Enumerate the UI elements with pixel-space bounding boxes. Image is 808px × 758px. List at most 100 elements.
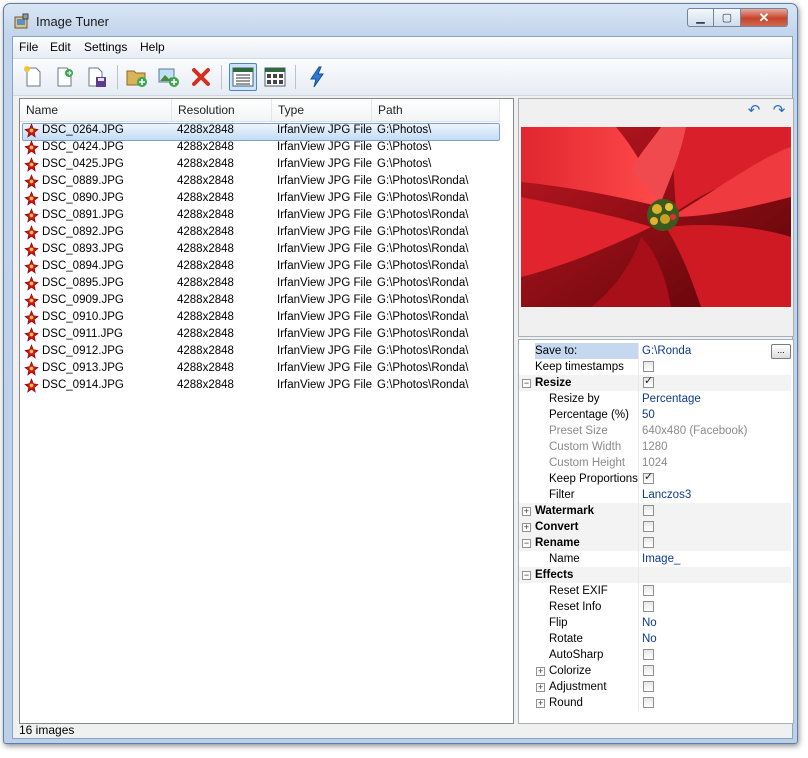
details-view-button[interactable] bbox=[229, 63, 257, 91]
property-row[interactable]: Filter Lanczos3 bbox=[519, 487, 791, 503]
table-row[interactable]: DSC_0912.JPG 4288x2848 IrfanView JPG File G… bbox=[20, 344, 512, 361]
collapse-icon[interactable]: − bbox=[522, 539, 531, 548]
browse-button[interactable]: ... bbox=[771, 344, 791, 359]
property-value[interactable]: 640x480 (Facebook) bbox=[642, 423, 747, 439]
property-row[interactable]: Keep timestamps bbox=[519, 359, 791, 375]
property-row[interactable]: − Resize bbox=[519, 374, 791, 391]
column-header-resolution[interactable]: Resolution bbox=[172, 99, 272, 121]
close-button[interactable]: ✕ bbox=[741, 8, 788, 27]
expand-icon[interactable]: + bbox=[522, 523, 531, 532]
add-folder-button[interactable] bbox=[123, 63, 151, 91]
table-row[interactable]: DSC_0893.JPG 4288x2848 IrfanView JPG File G… bbox=[20, 242, 512, 259]
collapse-icon[interactable]: − bbox=[522, 571, 531, 580]
property-row[interactable]: Save to: G:\Ronda... bbox=[519, 343, 791, 359]
expand-icon[interactable]: + bbox=[536, 699, 545, 708]
redo-icon: ↷ bbox=[772, 102, 786, 119]
property-row[interactable]: + Watermark bbox=[519, 503, 791, 519]
property-checkbox[interactable] bbox=[643, 537, 654, 548]
table-row[interactable]: DSC_0890.JPG 4288x2848 IrfanView JPG File G… bbox=[20, 191, 512, 208]
remove-button[interactable] bbox=[187, 63, 215, 91]
menu-help[interactable]: Help bbox=[140, 40, 165, 54]
menu-file[interactable]: File bbox=[19, 40, 38, 54]
maximize-button[interactable]: ▢ bbox=[714, 8, 741, 27]
property-value[interactable]: No bbox=[642, 615, 657, 631]
table-row[interactable]: DSC_0909.JPG 4288x2848 IrfanView JPG File G… bbox=[20, 293, 512, 310]
property-value[interactable]: Lanczos3 bbox=[642, 487, 691, 503]
table-row[interactable]: DSC_0894.JPG 4288x2848 IrfanView JPG File G… bbox=[20, 259, 512, 276]
file-list[interactable]: Name Resolution Type Path DSC_0264.JPG 42… bbox=[19, 98, 514, 724]
new-button[interactable] bbox=[19, 63, 47, 91]
undo-button[interactable]: ↶ bbox=[746, 103, 762, 119]
save-button[interactable] bbox=[83, 63, 111, 91]
menu-settings[interactable]: Settings bbox=[84, 40, 127, 54]
table-row[interactable]: DSC_0914.JPG 4288x2848 IrfanView JPG File G… bbox=[20, 378, 512, 395]
property-row[interactable]: Custom Width 1280 bbox=[519, 439, 791, 455]
property-row[interactable]: Percentage (%) 50 bbox=[519, 407, 791, 423]
property-row[interactable]: + Round bbox=[519, 695, 791, 711]
column-header-path[interactable]: Path bbox=[372, 99, 500, 121]
property-value[interactable]: Image_ bbox=[642, 551, 680, 567]
expand-icon[interactable]: + bbox=[536, 683, 545, 692]
property-row[interactable]: + Convert bbox=[519, 519, 791, 535]
table-row[interactable]: DSC_0425.JPG 4288x2848 IrfanView JPG File G… bbox=[20, 157, 512, 174]
property-row[interactable]: Preset Size 640x480 (Facebook) bbox=[519, 423, 791, 439]
table-row[interactable]: DSC_0264.JPG 4288x2848 IrfanView JPG File G… bbox=[20, 123, 512, 141]
property-checkbox[interactable] bbox=[643, 361, 654, 372]
table-row[interactable]: DSC_0889.JPG 4288x2848 IrfanView JPG File G… bbox=[20, 174, 512, 191]
expand-icon[interactable]: + bbox=[536, 667, 545, 676]
property-checkbox[interactable] bbox=[643, 521, 654, 532]
minimize-button[interactable]: ▁ bbox=[687, 8, 714, 27]
property-row[interactable]: + Colorize bbox=[519, 663, 791, 679]
table-row[interactable]: DSC_0892.JPG 4288x2848 IrfanView JPG File G… bbox=[20, 225, 512, 242]
property-value[interactable]: G:\Ronda bbox=[642, 343, 691, 359]
table-row[interactable]: DSC_0911.JPG 4288x2848 IrfanView JPG File G… bbox=[20, 327, 512, 344]
property-value[interactable]: Percentage bbox=[642, 391, 701, 407]
open-button[interactable] bbox=[51, 63, 79, 91]
redo-button[interactable]: ↷ bbox=[771, 103, 787, 119]
property-checkbox[interactable] bbox=[643, 374, 654, 388]
property-checkbox[interactable] bbox=[643, 470, 654, 484]
property-checkbox[interactable] bbox=[643, 505, 654, 516]
expand-icon[interactable]: + bbox=[522, 507, 531, 516]
cell-path: G:\Photos\Ronda\ bbox=[377, 328, 469, 340]
property-row[interactable]: Flip No bbox=[519, 615, 791, 631]
property-checkbox[interactable] bbox=[643, 585, 654, 596]
add-images-button[interactable] bbox=[155, 63, 183, 91]
thumbnails-view-button[interactable] bbox=[261, 63, 289, 91]
cell-resolution: 4288x2848 bbox=[177, 328, 234, 340]
collapse-icon[interactable]: − bbox=[522, 379, 531, 388]
property-value[interactable]: 1280 bbox=[642, 439, 668, 455]
column-header-name[interactable]: Name bbox=[20, 99, 172, 121]
cell-name: DSC_0889.JPG bbox=[42, 175, 124, 187]
property-checkbox[interactable] bbox=[643, 697, 654, 708]
property-value[interactable]: 1024 bbox=[642, 455, 668, 471]
table-row[interactable]: DSC_0913.JPG 4288x2848 IrfanView JPG File G… bbox=[20, 361, 512, 378]
property-checkbox[interactable] bbox=[643, 681, 654, 692]
property-checkbox[interactable] bbox=[643, 601, 654, 612]
property-value[interactable]: 50 bbox=[642, 407, 655, 423]
process-button[interactable] bbox=[303, 63, 331, 91]
property-row[interactable]: Reset EXIF bbox=[519, 583, 791, 599]
client-area: File Edit Settings Help Name Resolution … bbox=[12, 36, 794, 739]
table-row[interactable]: DSC_0895.JPG 4288x2848 IrfanView JPG File G… bbox=[20, 276, 512, 293]
property-checkbox[interactable] bbox=[643, 665, 654, 676]
property-checkbox[interactable] bbox=[643, 649, 654, 660]
property-row[interactable]: Resize by Percentage bbox=[519, 391, 791, 407]
property-row[interactable]: + Adjustment bbox=[519, 679, 791, 695]
table-row[interactable]: DSC_0424.JPG 4288x2848 IrfanView JPG File G… bbox=[20, 140, 512, 157]
menu-edit[interactable]: Edit bbox=[50, 40, 71, 54]
property-row[interactable]: Reset Info bbox=[519, 599, 791, 615]
property-row[interactable]: − Effects bbox=[519, 567, 791, 583]
title-bar[interactable]: Image Tuner ▁ ▢ ✕ bbox=[4, 4, 797, 37]
property-value[interactable]: No bbox=[642, 631, 657, 647]
property-row[interactable]: Rotate No bbox=[519, 631, 791, 647]
table-row[interactable]: DSC_0891.JPG 4288x2848 IrfanView JPG File G… bbox=[20, 208, 512, 225]
property-row[interactable]: − Rename bbox=[519, 535, 791, 551]
property-row[interactable]: AutoSharp bbox=[519, 647, 791, 663]
property-row[interactable]: Custom Height 1024 bbox=[519, 455, 791, 471]
property-row[interactable]: Keep Proportions bbox=[519, 470, 791, 487]
property-row[interactable]: Name Image_ bbox=[519, 551, 791, 567]
table-row[interactable]: DSC_0910.JPG 4288x2848 IrfanView JPG File G… bbox=[20, 310, 512, 327]
property-label: Rename bbox=[535, 537, 580, 549]
column-header-type[interactable]: Type bbox=[272, 99, 372, 121]
